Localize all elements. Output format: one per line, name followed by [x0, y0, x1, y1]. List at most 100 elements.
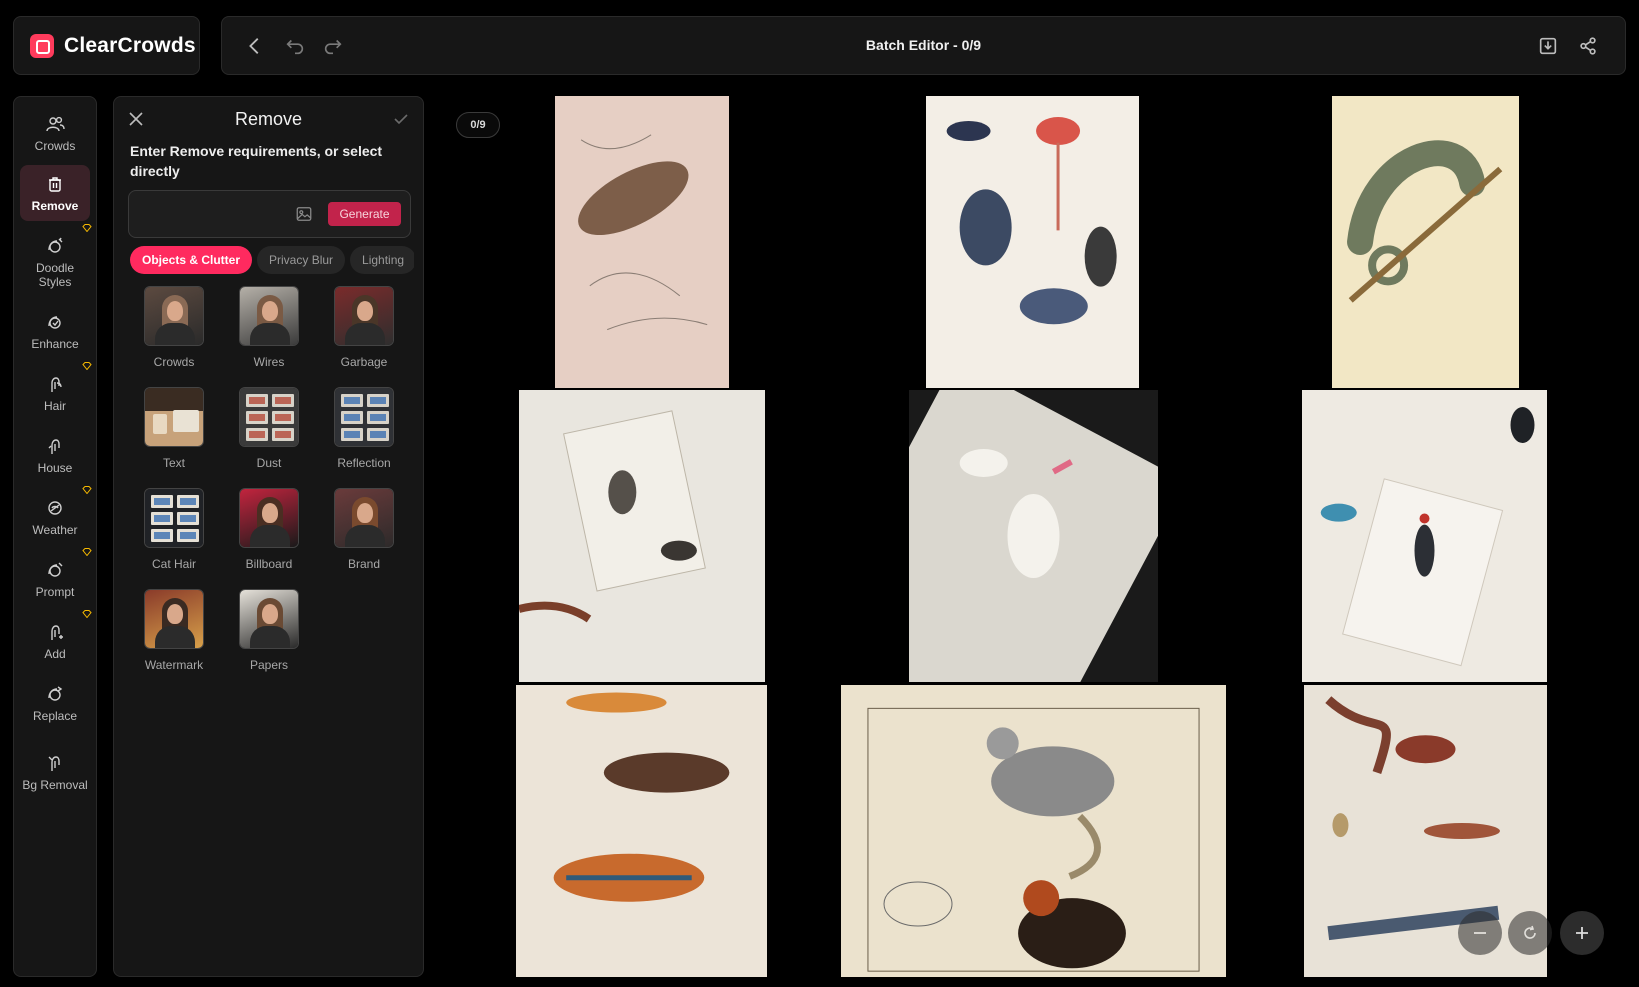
tool-hair[interactable]: Hair: [20, 362, 92, 421]
batch-image-4[interactable]: [519, 390, 765, 682]
batch-image-2[interactable]: [926, 96, 1139, 388]
doodle-icon: [48, 237, 63, 253]
panel-title: Remove: [234, 109, 303, 129]
tool-label: Weather: [32, 522, 78, 537]
category-chips: Objects & Clutter Privacy Blur Lighting: [130, 246, 414, 276]
premium-diamond-icon: [82, 543, 92, 557]
preset-thumbnail: [144, 589, 204, 649]
tool-label: Crowds: [34, 138, 76, 153]
preset-brand[interactable]: Brand: [324, 488, 404, 578]
tool-weather[interactable]: Weather: [20, 486, 92, 545]
image-upload-icon[interactable]: [295, 205, 313, 223]
preset-billboard[interactable]: Billboard: [229, 488, 309, 578]
batch-image-6[interactable]: [1302, 390, 1547, 682]
top-bar: Batch Editor - 0/9: [221, 16, 1626, 75]
preset-papers[interactable]: Papers: [229, 589, 309, 679]
tool-label: Enhance: [31, 336, 79, 351]
preset-garbage[interactable]: Garbage: [324, 286, 404, 376]
preset-cat-hair[interactable]: Cat Hair: [134, 488, 214, 578]
preset-label: Text: [162, 456, 185, 470]
tool-label: Doodle Styles: [35, 260, 75, 289]
zoom-in-icon: [1576, 927, 1588, 939]
chip-objects-clutter[interactable]: Objects & Clutter: [130, 246, 253, 274]
tool-label: House: [37, 460, 73, 475]
weather-icon: [48, 500, 62, 515]
reset-zoom-button[interactable]: [1508, 911, 1552, 955]
preset-label: Brand: [347, 557, 381, 571]
batch-image-7[interactable]: [516, 685, 767, 977]
premium-diamond-icon: [82, 605, 92, 619]
preset-thumbnail: [334, 387, 394, 447]
preset-thumbnail: [239, 589, 299, 649]
tool-replace[interactable]: Replace: [20, 675, 90, 731]
preset-dust[interactable]: Dust: [229, 387, 309, 477]
trash-icon: [49, 176, 61, 192]
preset-thumbnail: [144, 286, 204, 346]
tool-prompt[interactable]: Prompt: [20, 548, 92, 607]
zoom-in-button[interactable]: [1560, 911, 1604, 955]
tool-doodle-styles[interactable]: Doodle Styles: [20, 224, 92, 297]
tool-rail: Crowds Remove Doodle Styles Enhance Hair Hous…: [13, 96, 97, 977]
zoom-out-button[interactable]: [1458, 911, 1502, 955]
tool-label: Bg Removal: [22, 777, 88, 792]
replace-icon: [48, 685, 63, 701]
download-icon[interactable]: [1537, 35, 1559, 57]
preset-label: Watermark: [144, 658, 204, 672]
batch-image-3[interactable]: [1332, 96, 1519, 388]
preset-label: Crowds: [153, 355, 195, 369]
preset-text[interactable]: Text: [134, 387, 214, 477]
app-brand[interactable]: ClearCrowds: [13, 16, 200, 75]
tool-label: Replace: [32, 708, 78, 723]
batch-image-8[interactable]: [841, 685, 1226, 977]
add-icon: [51, 624, 63, 640]
remove-input-box: Generate: [128, 190, 411, 238]
remove-requirements-input[interactable]: [139, 203, 289, 227]
preset-thumbnail: [334, 488, 394, 548]
premium-diamond-icon: [82, 357, 92, 371]
tool-house[interactable]: House: [20, 427, 90, 483]
preset-thumbnail: [334, 286, 394, 346]
preset-label: Papers: [249, 658, 289, 672]
preset-label: Garbage: [340, 355, 388, 369]
hair-icon: [51, 376, 62, 392]
preset-crowds[interactable]: Crowds: [134, 286, 214, 376]
tool-add[interactable]: Add: [20, 610, 92, 669]
share-icon[interactable]: [1577, 35, 1599, 57]
chip-lighting[interactable]: Lighting: [350, 246, 414, 274]
preset-thumbnail: [239, 286, 299, 346]
batch-image-5[interactable]: [909, 390, 1158, 682]
logo-icon: [30, 33, 54, 58]
tool-label: Hair: [43, 398, 66, 413]
enhance-icon: [48, 315, 61, 329]
chip-privacy-blur[interactable]: Privacy Blur: [257, 246, 346, 274]
reset-icon: [1524, 925, 1536, 939]
preset-label: Reflection: [337, 456, 391, 470]
preset-thumbnail: [239, 488, 299, 548]
preset-label: Dust: [256, 456, 282, 470]
tool-label: Remove: [31, 198, 79, 213]
tool-remove[interactable]: Remove: [20, 165, 90, 221]
preset-watermark[interactable]: Watermark: [134, 589, 214, 679]
premium-diamond-icon: [82, 219, 92, 233]
batch-image-1[interactable]: [555, 96, 729, 388]
people-icon: [46, 116, 65, 131]
preset-reflection[interactable]: Reflection: [324, 387, 404, 477]
confirm-icon[interactable]: [393, 111, 409, 127]
preset-thumbnail: [144, 488, 204, 548]
tool-label: Add: [44, 646, 66, 661]
house-icon: [48, 438, 60, 454]
preset-thumbnail: [239, 387, 299, 447]
bg-removal-icon: [48, 755, 60, 771]
prompt-icon: [48, 562, 63, 577]
preset-wires[interactable]: Wires: [229, 286, 309, 376]
tool-label: Prompt: [35, 584, 75, 599]
tool-enhance[interactable]: Enhance: [20, 303, 90, 359]
tool-bg-removal[interactable]: Bg Removal: [20, 737, 90, 807]
generate-button[interactable]: Generate: [328, 202, 401, 226]
preset-label: Wires: [253, 355, 285, 369]
preset-label: Cat Hair: [151, 557, 196, 571]
tool-crowds[interactable]: Crowds: [20, 105, 90, 161]
zoom-out-icon: [1474, 932, 1486, 934]
preset-thumbnail: [144, 387, 204, 447]
premium-diamond-icon: [82, 481, 92, 495]
